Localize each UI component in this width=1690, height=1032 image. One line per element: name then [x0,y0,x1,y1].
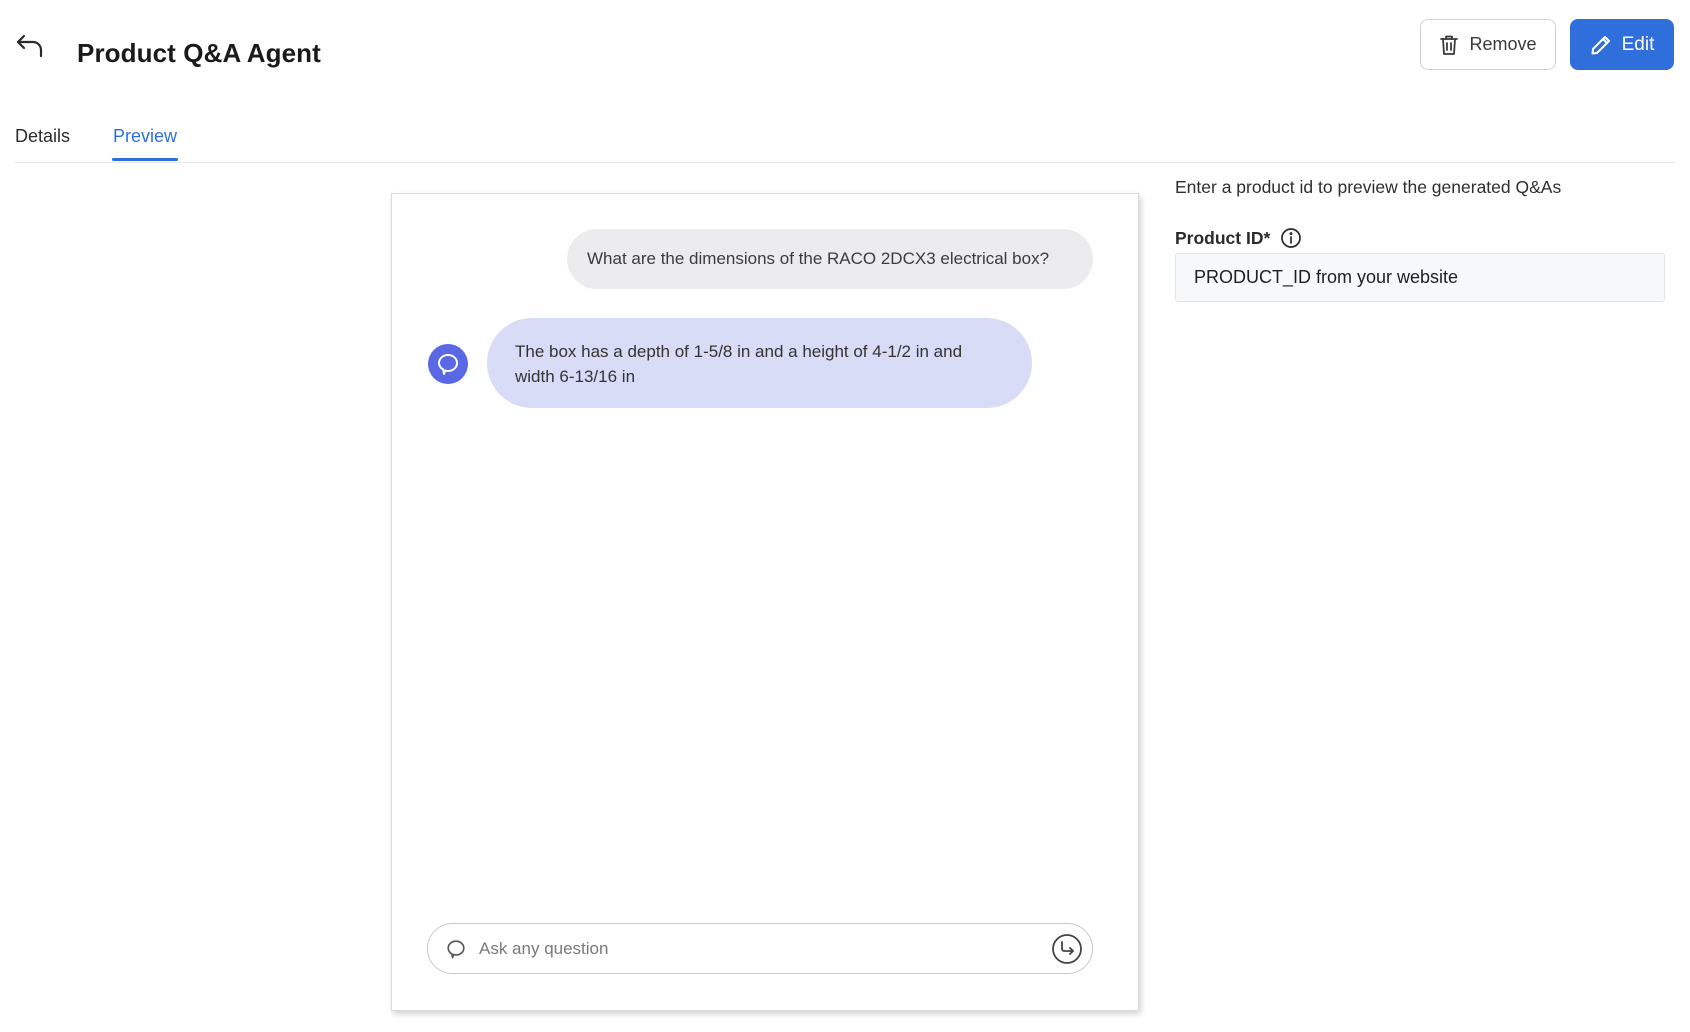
chat-preview-panel: What are the dimensions of the RACO 2DCX… [391,193,1139,1011]
chat-input[interactable] [479,924,1050,973]
tab-preview[interactable]: Preview [111,126,179,161]
product-id-label-text: Product ID* [1175,227,1271,248]
agent-message: The box has a depth of 1-5/8 in and a he… [487,318,1032,408]
remove-button-label: Remove [1469,34,1537,54]
page-title: Product Q&A Agent [77,38,321,68]
preview-hint: Enter a product id to preview the genera… [1175,177,1562,197]
edit-button-label: Edit [1621,33,1655,55]
edit-button[interactable]: Edit [1570,19,1674,70]
trash-icon [1440,35,1459,55]
agent-avatar [428,344,468,384]
back-arrow-icon [16,34,43,58]
chat-bubble-icon [438,354,458,375]
remove-button[interactable]: Remove [1420,19,1556,70]
send-icon [1052,933,1082,964]
page: Product Q&A Agent Remove Edit Details Pr… [0,0,1690,1032]
chat-bubble-outline-icon [447,939,465,959]
pencil-icon [1591,35,1610,54]
product-id-input[interactable] [1175,253,1665,302]
tab-bar: Details Preview [15,110,1675,163]
back-button[interactable] [12,28,48,64]
info-icon[interactable] [1280,227,1302,249]
tab-details[interactable]: Details [15,126,70,161]
send-button[interactable] [1050,932,1084,966]
chat-input-container [427,923,1093,974]
product-id-label: Product ID* [1175,227,1302,249]
user-message: What are the dimensions of the RACO 2DCX… [567,229,1093,289]
